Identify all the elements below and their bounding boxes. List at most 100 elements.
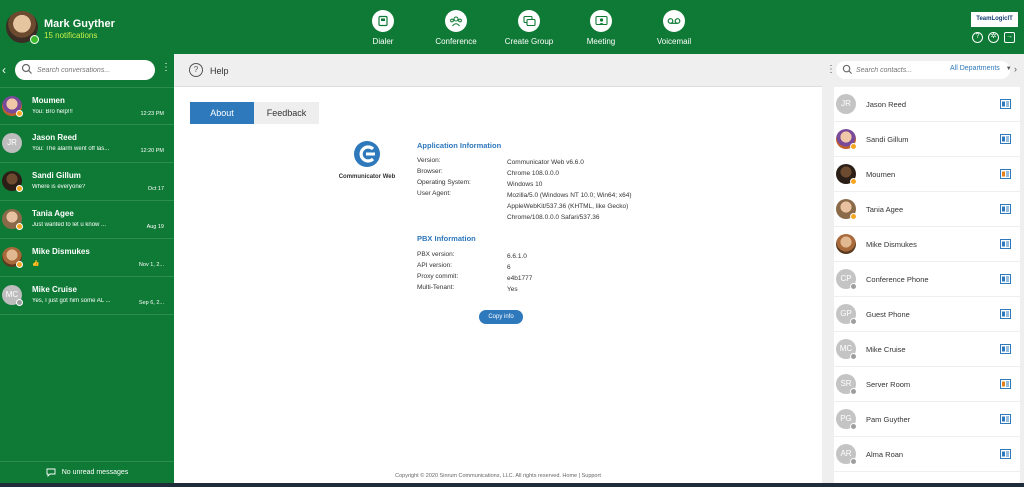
more-options-icon[interactable]: ⋮ [161, 63, 171, 73]
offline-status-dot [850, 388, 857, 395]
help-icon[interactable]: ? [972, 32, 983, 43]
info-key: Version: [417, 157, 441, 164]
user-name: Mark Guyther [44, 18, 115, 30]
conversation-item[interactable]: Sandi Gillum Where is everyone? Oct 17 [0, 163, 174, 201]
avatar: MC [2, 285, 23, 306]
contact-card-icon[interactable] [1000, 134, 1011, 144]
gear-icon[interactable]: ✲ [988, 32, 999, 43]
create-group-icon [518, 10, 540, 32]
avatar [836, 129, 857, 150]
conversation-item[interactable]: Mike Dismukes 👍 Nov 1, 2... [0, 239, 174, 277]
conversation-list: Moumen You: Bro help!!! 12:23 PM JR Jason Re… [0, 87, 174, 315]
nav-voicemail[interactable]: Voicemail [639, 10, 709, 46]
nav-label: Meeting [586, 37, 616, 46]
contact-search[interactable]: All Departments ▼ [836, 61, 1012, 79]
conversations-panel: ‹ ⋮ Moumen You: Bro help!!! 12:23 PM JR Jaso… [0, 54, 174, 483]
contact-item[interactable]: Tania Agee [834, 192, 1020, 227]
contact-card-icon[interactable] [1000, 239, 1011, 249]
contact-card-icon[interactable] [1000, 309, 1011, 319]
contact-search-row: ⋮ All Departments ▼ › [822, 54, 1024, 87]
info-key: User Agent: [417, 190, 451, 197]
copy-info-button[interactable]: Copy info [479, 310, 523, 324]
offline-status-dot [16, 299, 23, 306]
contact-name: Moumen [866, 170, 896, 179]
conversation-search-row: ‹ ⋮ [0, 54, 174, 87]
conversation-item[interactable]: Moumen You: Bro help!!! 12:23 PM [0, 87, 174, 125]
conversation-item[interactable]: Tania Agee Just wanted to let u know ... A… [0, 201, 174, 239]
avatar: SR [836, 374, 857, 395]
conversation-preview: Just wanted to let u know ... [32, 222, 107, 228]
taskbar-strip [0, 483, 1024, 487]
conversation-preview: Where is everyone? [32, 184, 86, 190]
chat-bubble-icon [46, 468, 56, 477]
contact-card-icon[interactable] [1000, 449, 1011, 459]
contact-card-icon[interactable] [1000, 274, 1011, 284]
nav-create-group[interactable]: Create Group [494, 10, 564, 46]
contact-card-icon[interactable] [1000, 99, 1011, 109]
info-key: API version: [417, 262, 453, 269]
nav-conference[interactable]: Conference [421, 10, 491, 46]
department-value: All Departments [950, 65, 1000, 72]
info-value: 6 [507, 264, 511, 271]
contact-item[interactable]: PG Pam Guyther [834, 402, 1020, 437]
info-value: Yes [507, 286, 518, 293]
contact-item[interactable]: AR Alma Roan [834, 437, 1020, 472]
conversation-preview: 👍 [32, 261, 40, 267]
logout-icon[interactable]: → [1004, 32, 1015, 43]
online-status-dot [30, 35, 39, 44]
contact-card-icon[interactable] [1000, 204, 1011, 214]
conversation-search-input[interactable] [37, 63, 149, 77]
avatar: AR [836, 444, 857, 465]
conversation-search[interactable] [15, 60, 155, 80]
contact-search-input[interactable] [856, 64, 926, 76]
more-options-icon[interactable]: ⋮ [826, 65, 836, 75]
brand-logo: TeamLogicIT [971, 12, 1018, 27]
conversation-item[interactable]: JR Jason Reed You: The alarm went off las.… [0, 125, 174, 163]
help-header: ? Help [174, 54, 822, 87]
meeting-icon [590, 10, 612, 32]
chevron-right-icon[interactable]: › [1014, 64, 1017, 74]
tab-feedback[interactable]: Feedback [254, 102, 319, 124]
conversation-preview: Yes, I just got him some AL ... [32, 298, 111, 304]
conversation-name: Sandi Gillum [32, 171, 81, 180]
notifications-count[interactable]: 15 notifications [44, 31, 97, 40]
contact-item[interactable]: Mike Dismukes [834, 227, 1020, 262]
conversation-time: Oct 17 [147, 186, 164, 192]
contact-item[interactable]: Moumen [834, 157, 1020, 192]
contact-item[interactable]: MC Mike Cruise [834, 332, 1020, 367]
contacts-panel: ⋮ All Departments ▼ › JR Jason Reed Sandi … [822, 54, 1024, 483]
department-select[interactable]: All Departments ▼ [950, 65, 1012, 72]
away-status-dot [16, 185, 23, 192]
tab-about[interactable]: About [190, 102, 254, 124]
contact-card-icon[interactable] [1000, 169, 1011, 179]
nav-meeting[interactable]: Meeting [566, 10, 636, 46]
avatar [836, 199, 857, 220]
contact-item[interactable]: SR Server Room [834, 367, 1020, 402]
conversation-name: Tania Agee [32, 209, 74, 218]
contact-item[interactable]: CP Conference Phone [834, 262, 1020, 297]
away-status-dot [850, 143, 857, 150]
avatar [2, 247, 23, 268]
contact-card-icon[interactable] [1000, 379, 1011, 389]
contact-card-icon[interactable] [1000, 414, 1011, 424]
contact-item[interactable]: GP Guest Phone [834, 297, 1020, 332]
offline-status-dot [850, 318, 857, 325]
user-avatar[interactable] [6, 11, 39, 44]
info-value: Chrome 108.0.0.0 [507, 170, 560, 177]
contact-name: Sandi Gillum [866, 135, 909, 144]
pbx-info-title: PBX Information [417, 234, 476, 243]
contact-card-icon[interactable] [1000, 344, 1011, 354]
nav-dialer[interactable]: Dialer [348, 10, 418, 46]
conversation-item[interactable]: MC Mike Cruise Yes, I just got him some AL… [0, 277, 174, 315]
contact-list: JR Jason Reed Sandi Gillum Moumen Tania Agee… [834, 87, 1020, 483]
chevron-left-icon[interactable]: ‹ [2, 63, 6, 77]
user-profile[interactable]: Mark Guyther 15 notifications [6, 9, 115, 45]
contact-item[interactable]: JR Jason Reed [834, 87, 1020, 122]
nav-label: Dialer [372, 37, 394, 46]
contact-name: Server Room [866, 380, 911, 389]
nav-label: Voicemail [656, 37, 692, 46]
info-value: Windows 10 [507, 181, 543, 188]
contact-item[interactable]: Sandi Gillum [834, 122, 1020, 157]
help-circle-icon: ? [189, 63, 203, 77]
contact-name: Conference Phone [866, 275, 929, 284]
